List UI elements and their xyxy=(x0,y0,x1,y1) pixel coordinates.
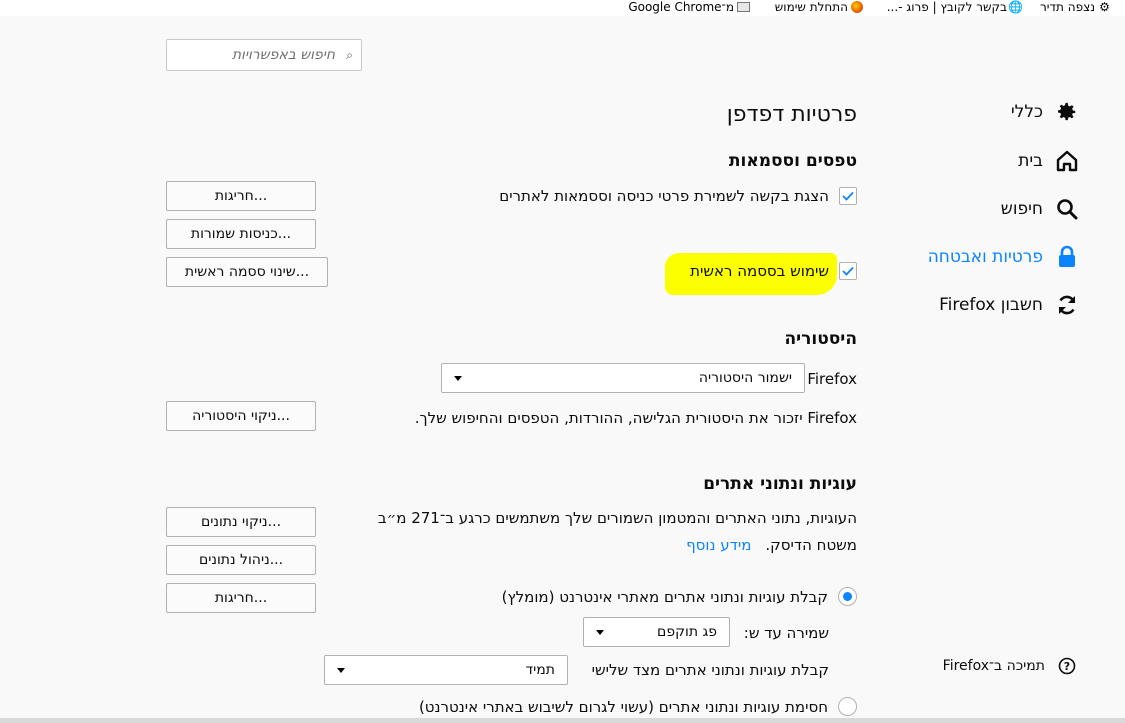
gear-icon: ⚙ xyxy=(1099,0,1110,14)
sidebar-item-privacy-security[interactable]: פרטיות ואבטחה xyxy=(928,245,1079,269)
block-cookies-row: חסימת עוגיות ונתוני אתרים (עשוי לגרום לש… xyxy=(419,697,857,716)
cookie-exceptions-button[interactable]: חריגות... xyxy=(166,583,316,613)
sidebar-item-general[interactable]: כללי xyxy=(1011,100,1079,124)
sidebar-item-home[interactable]: בית xyxy=(1018,149,1079,173)
history-mode-select[interactable]: ישמור היסטוריה xyxy=(441,363,805,393)
clear-data-button[interactable]: ניקוי נתונים... xyxy=(166,507,316,537)
chevron-down-icon xyxy=(337,667,345,673)
history-heading: היסטוריה xyxy=(784,329,857,349)
search-icon: ⌕ xyxy=(346,48,353,62)
chevron-down-icon xyxy=(454,375,462,381)
history-firefox-will-label: Firefox xyxy=(807,370,857,388)
sidebar-item-firefox-account[interactable]: חשבון Firefox xyxy=(939,293,1079,317)
search-icon xyxy=(1055,197,1079,221)
firefox-icon xyxy=(851,1,863,13)
third-party-label: קבלת עוגיות ונתוני אתרים מצד שלישי xyxy=(591,661,829,679)
learn-more-link[interactable]: מידע נוסף xyxy=(686,536,751,554)
globe-icon: 🌐 xyxy=(1008,0,1023,14)
keep-until-select[interactable]: פג תוקפם xyxy=(583,617,730,647)
svg-text:?: ? xyxy=(1064,660,1070,673)
bookmark-from-chrome[interactable]: מ־Google Chrome xyxy=(628,0,750,14)
change-master-password-button[interactable]: שינוי ססמה ראשית... xyxy=(166,257,328,287)
bookmarks-toolbar: ⚙ נצפה תדיר 🌐 בקשר לקובץ | פרוג -... התח… xyxy=(0,0,1125,16)
keep-until-label: שמירה עד ש: xyxy=(743,624,829,642)
chevron-down-icon xyxy=(596,629,604,635)
search-options-box: ⌕ xyxy=(166,39,362,71)
cookies-description-line1: העוגיות, נתוני האתרים והמטמון השמורים של… xyxy=(377,509,857,527)
sync-icon xyxy=(1055,293,1079,317)
bookmark-most-visited[interactable]: ⚙ נצפה תדיר xyxy=(1040,0,1111,14)
ask-save-logins-checkbox[interactable] xyxy=(839,187,857,205)
ask-save-logins-row: הצגת בקשה לשמירת פרטי כניסה וססמאות לאתר… xyxy=(499,187,857,205)
sidebar-item-search[interactable]: חיפוש xyxy=(1001,197,1079,221)
clear-history-button[interactable]: ניקוי היסטוריה... xyxy=(166,401,316,431)
saved-logins-button[interactable]: כניסות שמורות... xyxy=(166,219,316,249)
cookies-heading: עוגיות ונתוני אתרים xyxy=(703,474,857,494)
master-password-row: שימוש בססמה ראשית xyxy=(690,262,857,280)
accept-cookies-radio[interactable] xyxy=(838,587,857,606)
third-party-select[interactable]: תמיד xyxy=(324,655,568,685)
home-icon xyxy=(1055,149,1079,173)
bookmark-getting-started[interactable]: התחלת שימוש xyxy=(775,0,863,14)
page-title: פרטיות דפדפן xyxy=(726,102,857,127)
lock-icon xyxy=(1055,245,1079,269)
folder-icon xyxy=(737,2,750,12)
cookies-description-line2: משטח הדיסק. מידע נוסף xyxy=(686,536,857,554)
block-cookies-radio[interactable] xyxy=(838,697,857,716)
manage-data-button[interactable]: ניהול נתונים... xyxy=(166,545,316,575)
forms-heading: טפסים וססמאות xyxy=(728,151,857,171)
accept-cookies-row: קבלת עוגיות ונתוני אתרים מאתרי אינטרנט (… xyxy=(502,587,857,606)
sidebar-support-link[interactable]: ? תמיכה ב־Firefox xyxy=(943,654,1079,678)
history-description: Firefox יזכור את היסטורית הגלישה, ההורדו… xyxy=(414,409,857,427)
gear-icon xyxy=(1055,100,1079,124)
login-exceptions-button[interactable]: חריגות... xyxy=(166,181,316,211)
bottom-border xyxy=(0,718,1125,723)
search-options-input[interactable] xyxy=(167,40,361,70)
help-icon: ? xyxy=(1055,654,1079,678)
bookmark-file-link[interactable]: 🌐 בקשר לקובץ | פרוג -... xyxy=(887,0,1023,14)
master-password-checkbox[interactable] xyxy=(839,262,857,280)
